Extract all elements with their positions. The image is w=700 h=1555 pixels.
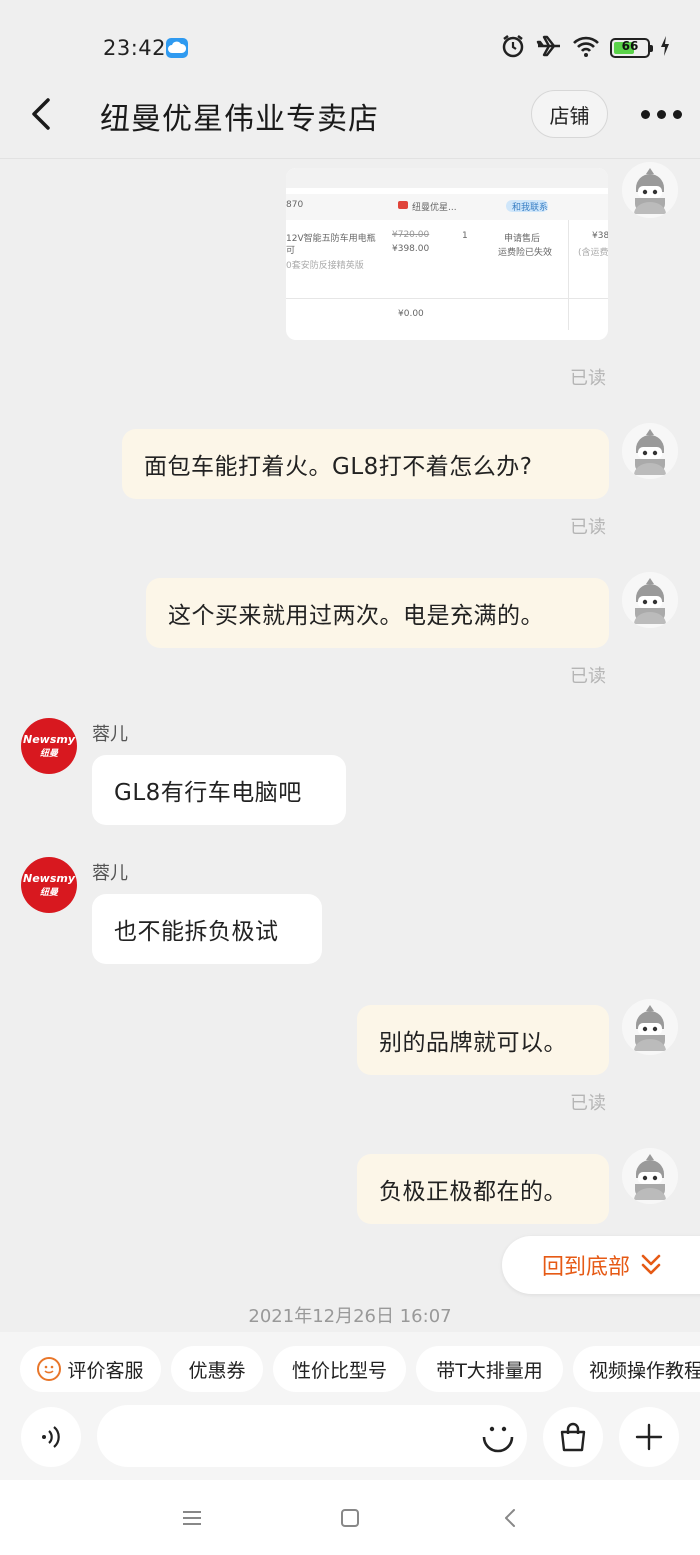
airplane-icon [536, 33, 562, 63]
chip-label: 评价客服 [67, 1359, 144, 1382]
scroll-to-bottom-button[interactable]: 回到底部 [502, 1236, 700, 1294]
image-qty: 1 [462, 231, 468, 241]
ninja-avatar-icon [622, 999, 678, 1055]
read-status: 已读 [570, 666, 606, 687]
back-button[interactable] [20, 92, 64, 136]
more-dot [640, 109, 650, 119]
battery-level: 66 [621, 39, 639, 53]
image-status-line2: 运费险已失效 [498, 248, 553, 258]
more-dot [672, 109, 682, 119]
my-message-bubble[interactable]: 负极正极都在的。 [357, 1154, 609, 1224]
shop-bag-button[interactable] [543, 1407, 603, 1467]
image-status-line1: 申请售后 [504, 234, 541, 244]
image-price-now: ¥398.00 [392, 244, 430, 254]
cloud-icon [166, 38, 188, 58]
my-avatar[interactable] [622, 1148, 678, 1204]
shop-message-bubble[interactable]: GL8有行车电脑吧 [92, 755, 346, 825]
nav-back-icon [505, 1509, 515, 1527]
nav-menu-button[interactable] [170, 1496, 214, 1540]
nav-back-button[interactable] [488, 1496, 532, 1540]
message-input[interactable] [97, 1405, 527, 1467]
chip-value-model[interactable]: 性价比型号 [273, 1346, 406, 1392]
shop-tag-icon [398, 201, 408, 209]
store-button[interactable]: 店铺 [531, 90, 608, 138]
sender-name: 蓉儿 [92, 863, 128, 884]
nav-home-button[interactable] [328, 1496, 372, 1540]
more-button[interactable] [636, 96, 686, 132]
shop-avatar-brand: Newsmy [22, 872, 75, 885]
sender-name: 蓉儿 [92, 724, 128, 745]
my-message-bubble[interactable]: 这个买来就用过两次。电是充满的。 [146, 578, 609, 648]
charging-icon [660, 36, 670, 60]
shopping-bag-icon [560, 1422, 586, 1452]
my-message-bubble[interactable]: 别的品牌就可以。 [357, 1005, 609, 1075]
shop-message-bubble[interactable]: 也不能拆负极试 [92, 894, 322, 964]
battery-icon: 66 [610, 38, 653, 58]
image-total: ¥38 [592, 231, 608, 241]
emoji-icon [482, 1426, 514, 1453]
ninja-avatar-icon [622, 162, 678, 218]
chip-rate-service[interactable]: 评价客服 [20, 1346, 161, 1392]
image-shop-tag: 纽曼优星... [412, 203, 457, 213]
image-code: 870 [286, 200, 304, 210]
back-arrow-icon [32, 98, 50, 130]
menu-icon [183, 1511, 201, 1525]
read-status: 已读 [570, 517, 606, 538]
image-column-line [568, 220, 569, 330]
shop-avatar[interactable]: Newsmy 纽曼 [21, 718, 77, 774]
my-avatar[interactable] [622, 572, 678, 628]
my-message-bubble[interactable]: 面包车能打着火。GL8打不着怎么办? [122, 429, 609, 499]
emoji-button[interactable] [474, 1412, 522, 1460]
image-price-original: ¥720.00 [392, 230, 430, 240]
smile-icon [37, 1357, 62, 1381]
my-avatar[interactable] [622, 423, 678, 479]
my-avatar[interactable] [622, 999, 678, 1055]
shop-avatar[interactable]: Newsmy 纽曼 [21, 857, 77, 913]
chip-video-tutorial[interactable]: 视频操作教程 [573, 1346, 700, 1392]
image-product-line1: 12V智能五防车用电瓶 [286, 234, 376, 244]
image-topbar [286, 168, 608, 188]
ninja-avatar-icon [622, 423, 678, 479]
status-icons: 66 [500, 34, 670, 62]
header-divider [0, 158, 700, 159]
image-divider [286, 298, 608, 299]
double-chevron-down-icon [641, 1254, 661, 1275]
shop-avatar-brand: Newsmy [22, 733, 75, 746]
read-status: 已读 [570, 1093, 606, 1114]
image-product-line2: 可 [286, 246, 296, 256]
image-message[interactable]: 870 纽曼优星... 和我联系 12V智能五防车用电瓶 可 0套安防反接精英版… [286, 168, 608, 340]
home-square-icon [341, 1509, 359, 1527]
image-product-line3: 0套安防反接精英版 [286, 261, 364, 271]
my-avatar[interactable] [622, 162, 678, 218]
status-time: 23:42 [103, 36, 167, 60]
read-status: 已读 [570, 368, 606, 389]
scroll-to-bottom-label: 回到底部 [542, 1255, 631, 1280]
voice-icon [42, 1426, 60, 1448]
ninja-avatar-icon [622, 572, 678, 628]
image-total-note: (含运费 [578, 248, 608, 258]
voice-button[interactable] [21, 1407, 81, 1467]
wifi-icon [572, 34, 600, 62]
image-contact-tag: 和我联系 [512, 203, 549, 213]
shop-avatar-brand-cn: 纽曼 [39, 749, 58, 759]
page-title: 纽曼优星伟业专卖店 [100, 102, 379, 137]
shop-avatar-brand-cn: 纽曼 [39, 888, 58, 898]
plus-icon [635, 1423, 663, 1451]
ninja-avatar-icon [622, 1148, 678, 1204]
image-zero: ¥0.00 [398, 309, 424, 319]
chip-large-displacement[interactable]: 带T大排量用 [416, 1346, 563, 1392]
alarm-icon [500, 33, 526, 63]
add-button[interactable] [619, 1407, 679, 1467]
more-dot [656, 109, 666, 119]
message-timestamp: 2021年12月26日 16:07 [248, 1306, 452, 1327]
chip-coupon[interactable]: 优惠券 [171, 1346, 263, 1392]
